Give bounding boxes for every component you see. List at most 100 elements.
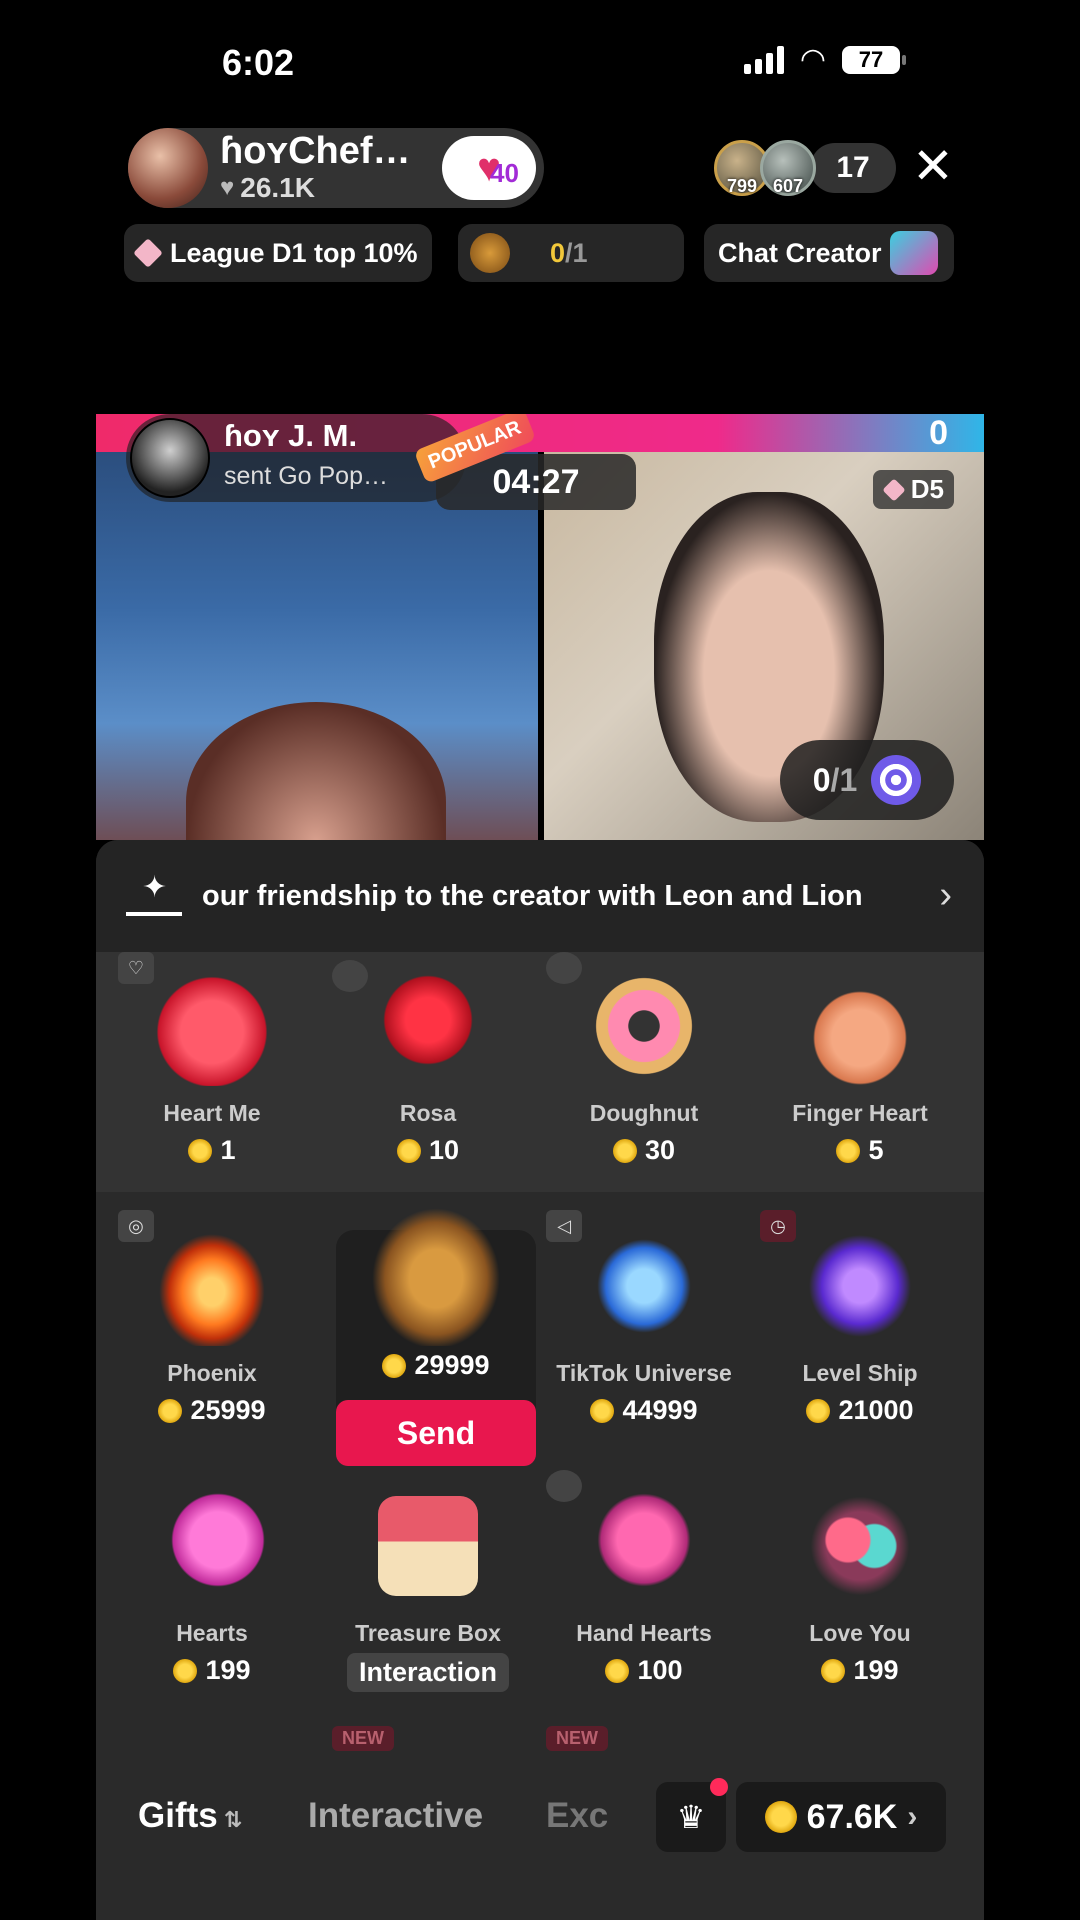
gift-name: Level Ship xyxy=(802,1360,918,1386)
league-chip[interactable]: League D1 top 10% xyxy=(124,224,432,282)
gift-name: Heart Me xyxy=(163,1100,261,1126)
gift-price: 29999 xyxy=(336,1350,536,1381)
top-viewers[interactable]: 799 607 17 xyxy=(714,140,896,196)
sender-name: ɦoʏ J. M. xyxy=(224,418,358,453)
chat-creator-chip[interactable]: Chat Creator xyxy=(704,224,954,282)
gift-price: 1 xyxy=(112,1135,312,1166)
coin-icon xyxy=(612,1138,637,1163)
promo-banner[interactable]: our friendship to the creator with Leon … xyxy=(96,840,984,952)
gift-name: TikTok Universe xyxy=(556,1360,732,1386)
new-badge: NEW xyxy=(332,1726,394,1751)
opponent-score: 0 xyxy=(929,414,948,452)
viewer-count[interactable]: 17 xyxy=(810,143,896,193)
chat-creator-label: Chat Creator xyxy=(718,237,882,268)
top-viewer-avatar[interactable]: 607 xyxy=(760,140,816,196)
close-icon[interactable]: ✕ xyxy=(912,138,954,194)
gift-item[interactable]: Rosa 10 xyxy=(328,966,528,1166)
battle-area: 0 ɦoʏ J. M. sent Go Pop… 04:27 POPULAR D… xyxy=(96,414,984,840)
gift-price: 100 xyxy=(544,1655,744,1686)
gift-item-selected[interactable]: 29999 xyxy=(336,1196,536,1381)
target-icon xyxy=(871,755,922,805)
gift-item[interactable]: Hearts 199 xyxy=(112,1486,312,1686)
interaction-button[interactable]: Interaction xyxy=(346,1653,510,1692)
top-viewer-score: 607 xyxy=(772,176,804,196)
gift-name: Phoenix xyxy=(167,1360,257,1386)
book-sparkle-icon xyxy=(126,870,182,916)
chevron-right-icon: › xyxy=(939,874,952,916)
coin-balance: 67.6K xyxy=(806,1797,898,1836)
host-likes: ♥ 26.1K xyxy=(220,172,315,204)
gift-goal-chip[interactable]: 0/1 xyxy=(458,224,684,282)
hearts-icon xyxy=(152,1486,272,1606)
coin-icon xyxy=(836,1138,861,1163)
host-video[interactable] xyxy=(96,452,538,840)
sender-message: sent Go Pop… xyxy=(224,462,388,490)
tiktok-universe-icon xyxy=(584,1226,704,1346)
tab-gifts[interactable]: Gifts ⇅ xyxy=(138,1796,242,1836)
gift-name: Hearts xyxy=(176,1620,248,1646)
rose-icon xyxy=(368,966,488,1086)
gift-price: 21000 xyxy=(760,1395,960,1426)
notification-dot xyxy=(710,1778,728,1796)
finger-heart-icon xyxy=(800,966,920,1086)
coin-icon xyxy=(605,1658,630,1683)
send-button[interactable]: Send xyxy=(336,1400,536,1466)
host-avatar[interactable] xyxy=(128,128,208,208)
love-you-icon xyxy=(800,1486,920,1606)
gift-item[interactable]: Phoenix 25999 xyxy=(112,1226,312,1426)
opponent-rank-chip[interactable]: D5 xyxy=(872,470,954,509)
gift-name: Doughnut xyxy=(589,1100,699,1126)
gift-price: 199 xyxy=(112,1655,312,1686)
fan-level: 40 xyxy=(490,158,519,188)
banner-text: our friendship to the creator with Leon … xyxy=(202,879,863,912)
new-badge: NEW xyxy=(546,1726,608,1751)
gift-price: 25999 xyxy=(112,1395,312,1426)
fan-club-button[interactable]: ♥ 40 xyxy=(442,136,536,200)
coin-balance-button[interactable]: 67.6K › xyxy=(736,1782,946,1852)
heart-icon: ♥ xyxy=(220,174,235,201)
coin-icon xyxy=(806,1398,831,1423)
gift-name: Love You xyxy=(809,1620,911,1646)
hand-hearts-icon xyxy=(584,1486,704,1606)
level-ship-icon xyxy=(800,1226,920,1346)
host-name: ɦoʏChef… xyxy=(220,130,411,172)
gift-item[interactable]: Treasure Box Interaction xyxy=(328,1486,528,1692)
gift-item[interactable]: Love You 199 xyxy=(760,1486,960,1686)
target-pill[interactable]: 0/1 xyxy=(780,740,954,820)
opponent-rank: D5 xyxy=(910,474,944,504)
gift-name: Hand Hearts xyxy=(576,1620,712,1646)
wifi-icon: ◠ xyxy=(799,43,826,76)
phoenix-icon xyxy=(152,1226,272,1346)
heart-me-icon xyxy=(152,966,272,1086)
gift-panel: our friendship to the creator with Leon … xyxy=(96,840,984,1920)
host-likes-value: 26.1K xyxy=(240,172,315,203)
sender-avatar[interactable] xyxy=(130,418,210,498)
signal-icon xyxy=(743,46,784,74)
goal-progress: 0/1 xyxy=(550,237,588,268)
doughnut-icon xyxy=(584,966,704,1086)
gift-price: 199 xyxy=(760,1655,960,1686)
gift-price: 10 xyxy=(328,1135,528,1166)
coin-icon xyxy=(764,1801,797,1833)
gift-item[interactable]: Heart Me 1 xyxy=(112,966,312,1166)
battery-icon: 77 xyxy=(842,46,906,74)
diamond-icon xyxy=(882,477,906,502)
status-icons: ◠ 77 xyxy=(743,43,906,76)
coin-icon xyxy=(382,1353,407,1378)
tab-interactive[interactable]: Interactive xyxy=(308,1796,483,1836)
gift-item[interactable]: TikTok Universe 44999 xyxy=(544,1226,744,1426)
diamond-icon xyxy=(133,238,163,268)
gift-item[interactable]: Hand Hearts 100 xyxy=(544,1486,744,1686)
gift-item[interactable]: Level Ship 21000 xyxy=(760,1226,960,1426)
coin-icon xyxy=(821,1658,846,1683)
target-progress: 0/1 xyxy=(812,761,858,798)
status-time: 6:02 xyxy=(222,42,295,83)
treasure-box-icon xyxy=(378,1496,478,1596)
gift-item[interactable]: Doughnut 30 xyxy=(544,966,744,1166)
gift-item[interactable]: Finger Heart 5 xyxy=(760,966,960,1166)
coin-icon xyxy=(188,1138,213,1163)
gift-price: 44999 xyxy=(544,1395,744,1426)
coin-icon xyxy=(590,1398,615,1423)
gift-price: 30 xyxy=(544,1135,744,1166)
tab-exclusive[interactable]: Exc xyxy=(546,1796,626,1836)
